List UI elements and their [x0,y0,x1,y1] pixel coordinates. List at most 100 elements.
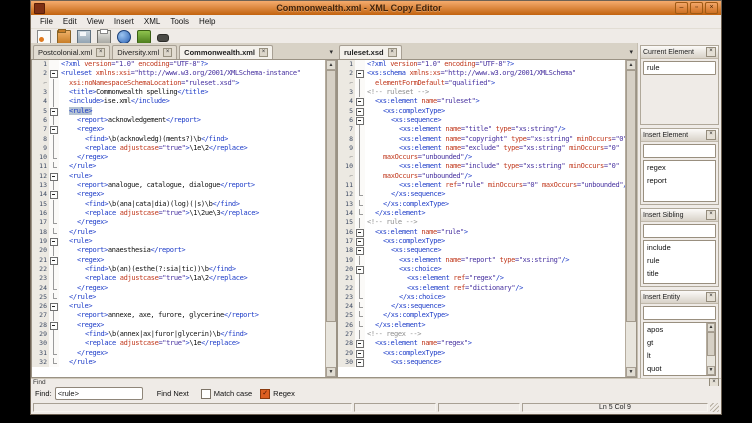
code-text[interactable]: </regex> [59,284,325,293]
code-text[interactable]: <xs:complexType> [365,349,625,358]
code-text[interactable]: <replace adjustcase="true">\1a\2</replac… [59,274,325,283]
panel-close-icon[interactable]: × [706,47,716,57]
resize-grip[interactable] [710,403,719,412]
right-editor-scrollbar[interactable]: ▲ ▼ [625,60,636,377]
scroll-up-icon[interactable]: ▲ [626,60,636,70]
code-text[interactable]: <xs:element ref="rule" minOccurs="0" max… [365,181,625,190]
code-text[interactable]: </xs:element> [365,209,625,218]
list-item[interactable]: report [644,174,715,187]
list-item[interactable]: rule [644,254,715,267]
code-text[interactable]: </xs:element> [365,321,625,330]
code-text[interactable]: <xs:element name="include" type="xs:stri… [365,162,625,171]
list-item[interactable]: title [644,267,715,280]
code-text[interactable]: </regex> [59,218,325,227]
code-text[interactable]: <xs:element name="exclude" type="xs:stri… [365,144,625,153]
code-text[interactable]: </regex> [59,349,325,358]
match-case-option[interactable]: Match case [201,389,252,399]
print-icon[interactable] [97,30,111,44]
fold-toggle-icon[interactable] [49,237,59,246]
list-item[interactable]: lt [644,349,715,362]
code-text[interactable]: maxOccurs="unbounded"/> [365,153,625,162]
menu-view[interactable]: View [82,17,109,26]
scroll-thumb[interactable] [326,70,336,322]
code-text[interactable]: <regex> [59,256,325,265]
code-text[interactable]: <xs:element name="rule"> [365,228,625,237]
code-text[interactable]: </xs:complexType> [365,200,625,209]
maximize-button[interactable]: ▫ [690,2,703,14]
code-text[interactable]: </xs:complexType> [365,311,625,320]
fold-toggle-icon[interactable] [355,339,365,348]
minimize-button[interactable]: – [675,2,688,14]
tab-close-icon[interactable]: × [259,48,268,57]
code-text[interactable]: <xs:sequence> [365,116,625,125]
xsd-editor-text[interactable]: 1<?xml version="1.0" encoding="UTF-8"?>2… [338,60,625,377]
list-scrollbar[interactable]: ▲▼ [706,323,715,375]
browser-preview-icon[interactable] [117,30,131,44]
code-text[interactable]: </xs:sequence> [365,190,625,199]
find-panel-header[interactable]: Find × [31,378,721,386]
code-text[interactable]: <report>anaesthesia</report> [59,246,325,255]
fold-toggle-icon[interactable] [49,107,59,116]
list-item[interactable]: quot [644,362,715,375]
code-text[interactable]: </regex> [59,153,325,162]
tab-list-dropdown-icon[interactable]: ▾ [329,48,333,56]
code-text[interactable]: <regex> [59,321,325,330]
menu-edit[interactable]: Edit [58,17,82,26]
scroll-thumb[interactable] [626,70,636,322]
tab-list-dropdown-icon[interactable]: ▾ [629,48,633,56]
code-text[interactable]: <regex> [59,125,325,134]
code-text[interactable]: </rule> [59,228,325,237]
code-text[interactable]: <regex> [59,190,325,199]
code-text[interactable]: <ruleset xmlns:xsi="http://www.w3.org/20… [59,69,325,78]
code-text[interactable]: <xs:complexType> [365,107,625,116]
new-document-icon[interactable] [37,30,51,44]
code-text[interactable]: <xs:element name="report" type="xs:strin… [365,256,625,265]
insert-sibling-input[interactable] [643,224,716,238]
fold-toggle-icon[interactable] [49,321,59,330]
code-text[interactable]: <xs:sequence> [365,358,625,367]
regex-checkbox[interactable]: ✓ [260,389,270,399]
code-text[interactable]: <rule> [59,302,325,311]
tab-close-icon[interactable]: × [163,48,172,57]
scroll-up-icon[interactable]: ▲ [326,60,336,70]
current-element-input[interactable]: rule [643,61,716,75]
code-text[interactable]: xsi:noNamespaceSchemaLocation="ruleset.x… [59,79,325,88]
code-text[interactable]: <xs:element ref="regex"/> [365,274,625,283]
code-text[interactable]: <rule> [59,107,325,116]
close-button[interactable]: × [705,2,718,14]
menu-insert[interactable]: Insert [109,17,139,26]
code-text[interactable]: maxOccurs="unbounded"/> [365,172,625,181]
fold-toggle-icon[interactable] [355,349,365,358]
code-text[interactable]: </xs:choice> [365,293,625,302]
code-text[interactable]: <xs:schema xmlns:xs="http://www.w3.org/2… [365,69,625,78]
code-text[interactable]: </xs:sequence> [365,302,625,311]
code-text[interactable]: <find>\b(an)(esthe(?:sia|tic))\b</find> [59,265,325,274]
list-item[interactable]: include [644,241,715,254]
left-editor-scrollbar[interactable]: ▲ ▼ [325,60,336,377]
fold-toggle-icon[interactable] [49,69,59,78]
code-text[interactable]: </rule> [59,162,325,171]
code-text[interactable]: </rule> [59,358,325,367]
code-text[interactable]: <title>Commonwealth spelling</title> [59,88,325,97]
code-text[interactable]: <?xml version="1.0" encoding="UTF-8"?> [365,60,625,69]
panel-close-icon[interactable]: × [706,130,716,140]
scroll-down-icon[interactable]: ▼ [707,366,715,375]
code-text[interactable]: <replace adjustcase="true">\1e\2</replac… [59,144,325,153]
fold-toggle-icon[interactable] [355,97,365,106]
xml-editor-text[interactable]: 1<?xml version="1.0" encoding="UTF-8"?>2… [32,60,325,377]
code-text[interactable]: <?xml version="1.0" encoding="UTF-8"?> [59,60,325,69]
scroll-up-icon[interactable]: ▲ [707,323,715,332]
tab-commonwealth.xml[interactable]: Commonwealth.xml× [179,45,273,59]
code-text[interactable]: <report>acknowledgement</report> [59,116,325,125]
validate-icon[interactable] [137,30,151,44]
insert-element-input[interactable] [643,144,716,158]
code-text[interactable]: <xs:complexType> [365,237,625,246]
save-icon[interactable] [77,30,91,44]
menu-xml[interactable]: XML [139,17,165,26]
code-text[interactable]: <find>\b(annex|ax|furor|glycerin)\b</fin… [59,330,325,339]
code-text[interactable]: <report>annexe, axe, furore, glycerine</… [59,311,325,320]
code-text[interactable]: <xs:sequence> [365,246,625,255]
tab-ruleset.xsd[interactable]: ruleset.xsd× [339,45,402,59]
list-item[interactable]: gt [644,336,715,349]
menu-tools[interactable]: Tools [165,17,194,26]
